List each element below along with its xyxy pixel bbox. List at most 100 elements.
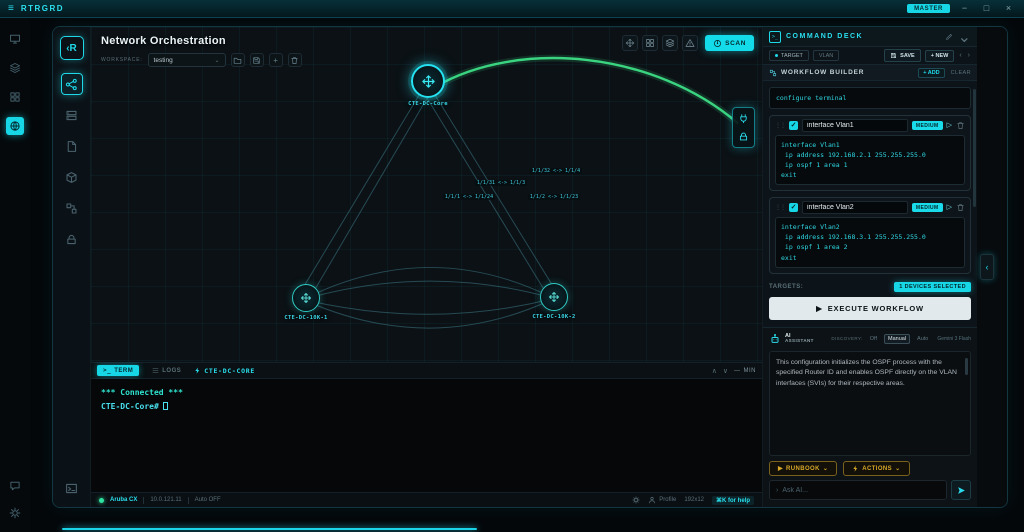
- topo-node-left[interactable]: CTE-DC-10K-1: [266, 284, 346, 321]
- rail-item-settings[interactable]: [6, 504, 24, 522]
- command-deck-header-icons: ⌄: [945, 27, 971, 47]
- new-workflow-button[interactable]: + NEW: [924, 49, 955, 62]
- priority-badge[interactable]: MEDIUM: [911, 121, 943, 131]
- collapse-down-button[interactable]: ∨: [723, 367, 728, 375]
- delete-step-button[interactable]: [956, 203, 965, 212]
- step-checkbox[interactable]: ✓: [789, 203, 798, 213]
- discovery-mode-manual[interactable]: Manual: [884, 333, 911, 344]
- send-button[interactable]: [951, 480, 971, 500]
- execute-workflow-button[interactable]: ▶ EXECUTE WORKFLOW: [769, 296, 971, 320]
- step-checkbox[interactable]: ✓: [789, 121, 798, 131]
- pencil-icon: [945, 33, 952, 40]
- step-code-box[interactable]: interface Vlan1 ip address 192.168.2.1 2…: [775, 135, 965, 186]
- profile-menu[interactable]: Profile: [648, 496, 676, 504]
- edge-line[interactable]: [422, 90, 548, 295]
- step-name-input[interactable]: [802, 201, 908, 215]
- ai-model-label[interactable]: Gemini 3 Flash: [937, 336, 971, 342]
- workspace-delete-button[interactable]: [287, 53, 302, 67]
- run-step-button[interactable]: ▷: [947, 204, 952, 211]
- rail-item-grid[interactable]: [6, 88, 24, 106]
- drag-handle[interactable]: ⋮⋮: [775, 122, 786, 129]
- step-code-text: interface Vlan1 ip address 192.168.2.1 2…: [781, 141, 926, 180]
- workspace-open-button[interactable]: [230, 53, 245, 67]
- ask-ai-field[interactable]: ›: [769, 480, 947, 500]
- ask-ai-input[interactable]: [782, 486, 940, 494]
- topo-node-core[interactable]: CTE-DC-Core: [388, 64, 468, 107]
- menu-icon[interactable]: ≡: [8, 3, 14, 14]
- targets-count-badge[interactable]: 1 DEVICES SELECTED: [894, 281, 971, 292]
- terminal-output[interactable]: *** Connected *** CTE-DC-Core#: [91, 379, 762, 492]
- workspace-new-button[interactable]: +: [268, 53, 283, 67]
- rail-item-network-active[interactable]: [6, 117, 24, 135]
- collapse-panel-button[interactable]: ‹: [980, 254, 994, 280]
- step-name-input[interactable]: [802, 119, 908, 133]
- next-workflow-button[interactable]: ›: [967, 52, 971, 59]
- panel-scrollbar[interactable]: [973, 89, 976, 207]
- layers-button[interactable]: [662, 35, 679, 51]
- min-label: MIN: [743, 367, 756, 374]
- save-workflow-button[interactable]: SAVE: [884, 49, 921, 62]
- clear-steps-button[interactable]: CLEAR: [951, 70, 971, 76]
- chevron-down-icon: ⌄: [822, 466, 829, 472]
- workspace-save-button[interactable]: [249, 53, 264, 67]
- edge-label: 1/1/2 <-> 1/1/23: [527, 194, 581, 200]
- drag-handle[interactable]: ⋮⋮: [775, 204, 786, 211]
- alerts-button[interactable]: [682, 35, 699, 51]
- sidebar-item-security[interactable]: [61, 228, 83, 250]
- edit-button[interactable]: [945, 33, 953, 41]
- step-header: ⋮⋮ ✓ MEDIUM ▷: [770, 198, 970, 217]
- step-code-box[interactable]: interface Vlan2 ip address 192.168.3.1 2…: [775, 217, 965, 268]
- discovery-mode-off[interactable]: Off: [867, 335, 880, 343]
- topology-canvas[interactable]: Network Orchestration WORKSPACE: testing…: [91, 27, 763, 362]
- message-scrollbar[interactable]: [965, 357, 968, 375]
- minimize-terminal-button[interactable]: — MIN: [734, 368, 756, 374]
- add-step-button[interactable]: + ADD: [918, 67, 945, 78]
- pan-tool-button[interactable]: [622, 35, 639, 51]
- sidebar-item-devices[interactable]: [61, 104, 83, 126]
- radar-icon: [714, 39, 722, 47]
- panel-caret-button[interactable]: ⌄: [958, 27, 971, 47]
- edge-line[interactable]: [311, 90, 432, 295]
- sidebar-item-terminal[interactable]: [61, 477, 83, 499]
- terminal-controls: ∧ ∨ — MIN: [712, 367, 756, 375]
- expand-up-button[interactable]: ∧: [712, 367, 717, 375]
- tab-vlan[interactable]: VLAN: [812, 50, 840, 61]
- scan-button[interactable]: SCAN: [705, 35, 754, 51]
- canvas-toolbar: SCAN: [622, 35, 754, 51]
- topo-node-right[interactable]: CTE-DC-10K-2: [514, 283, 594, 320]
- rail-item-layers[interactable]: [6, 59, 24, 77]
- edge-line[interactable]: [301, 87, 424, 290]
- close-button[interactable]: ×: [1001, 4, 1016, 13]
- help-shortcut[interactable]: ⌘K for help: [712, 495, 754, 505]
- sidebar-item-automation[interactable]: [61, 197, 83, 219]
- base-command-box[interactable]: configure terminal: [769, 87, 971, 110]
- workflow-actions: SAVE + NEW ‹ ›: [884, 49, 971, 62]
- package-icon: [65, 171, 78, 184]
- rail-item-chat[interactable]: [6, 477, 24, 495]
- terminal-tab-term[interactable]: >_ TERM: [97, 365, 140, 376]
- play-icon: ▶: [816, 303, 823, 313]
- sidebar-item-templates[interactable]: [61, 135, 83, 157]
- ai-message-box[interactable]: This configuration initializes the OSPF …: [769, 350, 971, 456]
- edge-line[interactable]: [430, 87, 556, 290]
- workspace-select[interactable]: testing ⌄: [147, 53, 226, 67]
- grid-toggle-button[interactable]: [642, 35, 659, 51]
- tab-target[interactable]: TARGET: [769, 50, 809, 61]
- auto-mode-label[interactable]: Auto OFF: [195, 497, 221, 503]
- actions-button[interactable]: ACTIONS ⌄: [843, 461, 910, 476]
- connect-link-button[interactable]: [737, 112, 750, 125]
- rail-item-monitor[interactable]: [6, 30, 24, 48]
- lock-canvas-button[interactable]: [737, 130, 750, 143]
- sidebar-item-topology[interactable]: [60, 73, 83, 95]
- delete-step-button[interactable]: [956, 121, 965, 130]
- priority-badge[interactable]: MEDIUM: [911, 203, 943, 213]
- prev-workflow-button[interactable]: ‹: [958, 52, 962, 59]
- terminal-tab-logs[interactable]: LOGS: [146, 365, 187, 376]
- runbook-button[interactable]: ▶ RUNBOOK ⌄: [769, 461, 838, 476]
- discovery-mode-auto[interactable]: Auto: [914, 335, 931, 343]
- maximize-button[interactable]: □: [979, 4, 994, 13]
- gear-icon[interactable]: [632, 496, 640, 504]
- minimize-button[interactable]: −: [957, 4, 972, 13]
- run-step-button[interactable]: ▷: [947, 122, 952, 129]
- sidebar-item-inventory[interactable]: [61, 166, 83, 188]
